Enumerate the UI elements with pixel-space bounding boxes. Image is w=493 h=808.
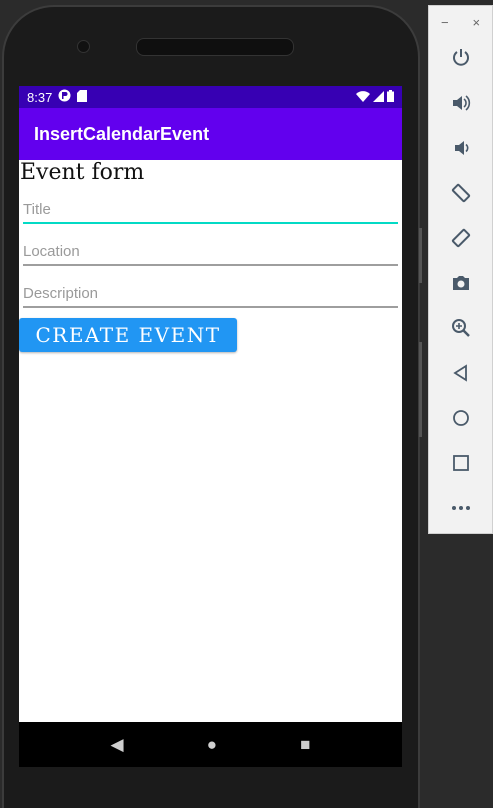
zoom-icon[interactable] xyxy=(429,314,492,342)
sd-card-icon xyxy=(77,89,88,105)
overview-icon[interactable] xyxy=(429,449,492,477)
earpiece-speaker xyxy=(136,38,294,56)
rotate-right-icon[interactable] xyxy=(429,224,492,252)
camera-icon[interactable] xyxy=(429,269,492,297)
volume-down-icon[interactable] xyxy=(429,134,492,162)
more-icon[interactable] xyxy=(429,494,492,522)
device-screen: 8:37 InsertCalendarEvent Event form Titl… xyxy=(19,86,402,767)
rotate-left-icon[interactable] xyxy=(429,179,492,207)
status-time: 8:37 xyxy=(27,89,53,105)
app-bar: InsertCalendarEvent xyxy=(19,108,402,160)
create-event-button[interactable]: CREATE EVENT xyxy=(19,318,237,352)
side-button xyxy=(419,342,422,437)
nav-home-icon[interactable]: ● xyxy=(207,736,217,753)
status-bar: 8:37 xyxy=(19,86,402,108)
wifi-icon xyxy=(356,90,370,105)
battery-icon xyxy=(387,89,394,105)
emulator-toolbar: − × xyxy=(428,5,493,534)
location-input[interactable] xyxy=(23,238,398,266)
navigation-bar: ◀ ● ■ xyxy=(19,722,402,767)
app-notification-icon xyxy=(58,89,71,105)
description-input[interactable] xyxy=(23,280,398,308)
signal-icon xyxy=(373,90,384,105)
home-icon[interactable] xyxy=(429,404,492,432)
form-heading: Event form xyxy=(20,160,145,185)
title-input[interactable] xyxy=(23,196,398,224)
close-icon[interactable]: × xyxy=(472,15,480,30)
app-title: InsertCalendarEvent xyxy=(34,123,210,144)
nav-recents-icon[interactable]: ■ xyxy=(300,736,310,753)
nav-back-icon[interactable]: ◀ xyxy=(111,736,124,753)
back-icon[interactable] xyxy=(429,359,492,387)
front-camera xyxy=(77,40,90,53)
minimize-icon[interactable]: − xyxy=(441,15,449,30)
toolbar-window-controls: − × xyxy=(429,6,492,38)
event-form: Event form CREATE EVENT xyxy=(19,160,402,722)
volume-rocker xyxy=(419,228,422,283)
power-icon[interactable] xyxy=(429,43,492,71)
volume-up-icon[interactable] xyxy=(429,89,492,117)
